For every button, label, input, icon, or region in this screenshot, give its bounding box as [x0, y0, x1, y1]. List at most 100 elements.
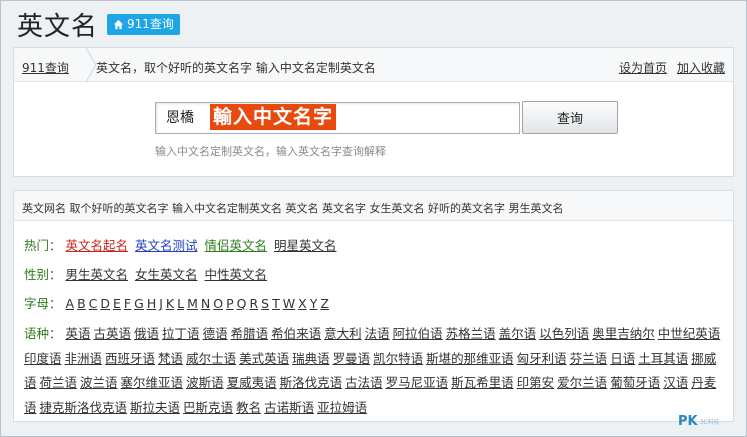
set-home-link[interactable]: 设为首页 — [619, 59, 667, 76]
gender-label: 性别： — [24, 267, 62, 282]
language-link[interactable]: 印度语 — [24, 351, 62, 366]
breadcrumb-home-link[interactable]: 911查询 — [22, 59, 69, 76]
language-link[interactable]: 印第安 — [517, 375, 555, 390]
language-link[interactable]: 以色列语 — [539, 326, 589, 341]
language-link[interactable]: 日语 — [610, 351, 635, 366]
language-link[interactable]: 古英语 — [94, 326, 132, 341]
language-link[interactable]: 中世纪英语 — [658, 326, 721, 341]
hot-label: 热门： — [24, 238, 62, 253]
letter-link[interactable]: Y — [310, 296, 318, 311]
search-panel: 911查询 英文名，取个好听的英文名字 输入中文名定制英文名 设为首页 加入收藏… — [13, 47, 734, 177]
letter-link[interactable]: K — [166, 296, 174, 311]
language-link[interactable]: 土耳其语 — [638, 351, 688, 366]
watermark-sub: 3C科技 — [699, 419, 720, 426]
language-link[interactable]: 意大利 — [324, 326, 362, 341]
language-link[interactable]: 非洲语 — [65, 351, 103, 366]
letter-link[interactable]: T — [272, 296, 280, 311]
language-link[interactable]: 斯瓦希里语 — [451, 375, 514, 390]
home-badge[interactable]: 911查询 — [107, 14, 180, 35]
add-favorite-link[interactable]: 加入收藏 — [677, 59, 725, 76]
language-link[interactable]: 奥里吉纳尔 — [592, 326, 655, 341]
language-link[interactable]: 葡萄牙语 — [610, 375, 660, 390]
letter-link[interactable]: M — [187, 296, 198, 311]
letter-link[interactable]: A — [66, 296, 75, 311]
language-row: 语种： 英语 古英语 俄语 拉丁语 德语 希腊语 希伯来语 意大利 法语 阿拉伯语 苏格兰语 盖尔语以… — [24, 322, 728, 420]
language-link[interactable]: 汉语 — [663, 375, 688, 390]
annotation-label: 輸入中文名字 — [210, 104, 337, 130]
language-link[interactable]: 古法语 — [345, 375, 383, 390]
language-link[interactable]: 波兰语 — [80, 375, 118, 390]
language-link[interactable]: 匈牙利语 — [517, 351, 567, 366]
letter-link[interactable]: X — [298, 296, 307, 311]
gender-row: 性别： 男生英文名 女生英文名 中性英文名 — [24, 264, 270, 283]
language-link[interactable]: 斯堪的那维亚语 — [426, 351, 514, 366]
hot-link-couple-names[interactable]: 情侣英文名 — [205, 238, 268, 253]
letter-link[interactable]: Z — [320, 296, 329, 311]
language-link[interactable]: 塞尔维亚语 — [121, 375, 184, 390]
language-link[interactable]: 德语 — [203, 326, 228, 341]
gender-link-female[interactable]: 女生英文名 — [135, 267, 198, 282]
language-link[interactable]: 希腊语 — [231, 326, 269, 341]
language-link[interactable]: 古诺斯语 — [264, 400, 314, 415]
letter-link[interactable]: C — [89, 296, 98, 311]
language-link[interactable]: 芬兰语 — [570, 351, 608, 366]
breadcrumb: 911查询 英文名，取个好听的英文名字 输入中文名定制英文名 设为首页 加入收藏 — [14, 48, 733, 82]
letter-link[interactable]: B — [77, 296, 86, 311]
gender-link-male[interactable]: 男生英文名 — [66, 267, 129, 282]
language-link[interactable]: 斯洛伐克语 — [280, 375, 343, 390]
hot-link-name-test[interactable]: 英文名测试 — [135, 238, 198, 253]
language-link[interactable]: 教名 — [236, 400, 261, 415]
letter-link[interactable]: R — [249, 296, 258, 311]
language-link[interactable]: 罗曼语 — [333, 351, 371, 366]
breadcrumb-current: 英文名，取个好听的英文名字 输入中文名定制英文名 — [96, 61, 376, 75]
letter-link[interactable]: L — [177, 296, 184, 311]
language-link[interactable]: 威尔士语 — [186, 351, 236, 366]
letter-link[interactable]: Q — [237, 296, 247, 311]
letter-link[interactable]: P — [226, 296, 234, 311]
letter-link[interactable]: S — [261, 296, 269, 311]
language-label: 语种： — [24, 326, 62, 341]
letter-link[interactable]: D — [100, 296, 110, 311]
language-link[interactable]: 捷克斯洛伐克语 — [40, 400, 128, 415]
language-link[interactable]: 西班牙语 — [105, 351, 155, 366]
letter-link[interactable]: O — [213, 296, 223, 311]
language-link[interactable]: 夏威夷语 — [227, 375, 277, 390]
letter-link[interactable]: F — [124, 296, 131, 311]
language-link[interactable]: 俄语 — [134, 326, 159, 341]
letter-link[interactable]: J — [159, 296, 163, 311]
language-link[interactable]: 梵语 — [158, 351, 183, 366]
language-link[interactable]: 亚拉姆语 — [317, 400, 367, 415]
language-link[interactable]: 苏格兰语 — [446, 326, 496, 341]
hot-link-name-generator[interactable]: 英文名起名 — [66, 238, 129, 253]
letter-label: 字母： — [24, 296, 62, 311]
letter-link[interactable]: N — [201, 296, 210, 311]
language-link[interactable]: 法语 — [365, 326, 390, 341]
language-link[interactable]: 凯尔特语 — [373, 351, 423, 366]
language-link[interactable]: 爱尔兰语 — [557, 375, 607, 390]
language-link[interactable]: 瑞典语 — [292, 351, 330, 366]
language-link[interactable]: 罗马尼亚语 — [386, 375, 449, 390]
home-icon — [113, 19, 124, 30]
letter-link[interactable]: E — [113, 296, 121, 311]
hot-link-celebrity-names[interactable]: 明星英文名 — [274, 238, 337, 253]
gender-link-neutral[interactable]: 中性英文名 — [205, 267, 268, 282]
language-link[interactable]: 盖尔语 — [499, 326, 537, 341]
language-link[interactable]: 斯拉夫语 — [130, 400, 180, 415]
keyword-tagline: 英文网名 取个好听的英文名字 输入中文名定制英文名 英文名 英文名字 女生英文名… — [14, 191, 733, 221]
search-button[interactable]: 查询 — [522, 101, 618, 134]
language-link[interactable]: 拉丁语 — [162, 326, 200, 341]
language-link[interactable]: 荷兰语 — [40, 375, 78, 390]
site-title[interactable]: 英文名 — [17, 6, 98, 43]
language-link[interactable]: 美式英语 — [239, 351, 289, 366]
watermark-logo: PK 3C科技 — [678, 414, 720, 429]
letter-link[interactable]: W — [283, 296, 295, 311]
category-panel: 英文网名 取个好听的英文名字 输入中文名定制英文名 英文名 英文名字 女生英文名… — [13, 190, 734, 422]
language-link[interactable]: 英语 — [66, 326, 91, 341]
language-link[interactable]: 波斯语 — [186, 375, 224, 390]
language-link[interactable]: 希伯来语 — [271, 326, 321, 341]
watermark-text: PK — [678, 414, 698, 429]
language-link[interactable]: 阿拉伯语 — [393, 326, 443, 341]
letter-link[interactable]: H — [147, 296, 156, 311]
letter-link[interactable]: G — [134, 296, 144, 311]
language-link[interactable]: 巴斯克语 — [183, 400, 233, 415]
